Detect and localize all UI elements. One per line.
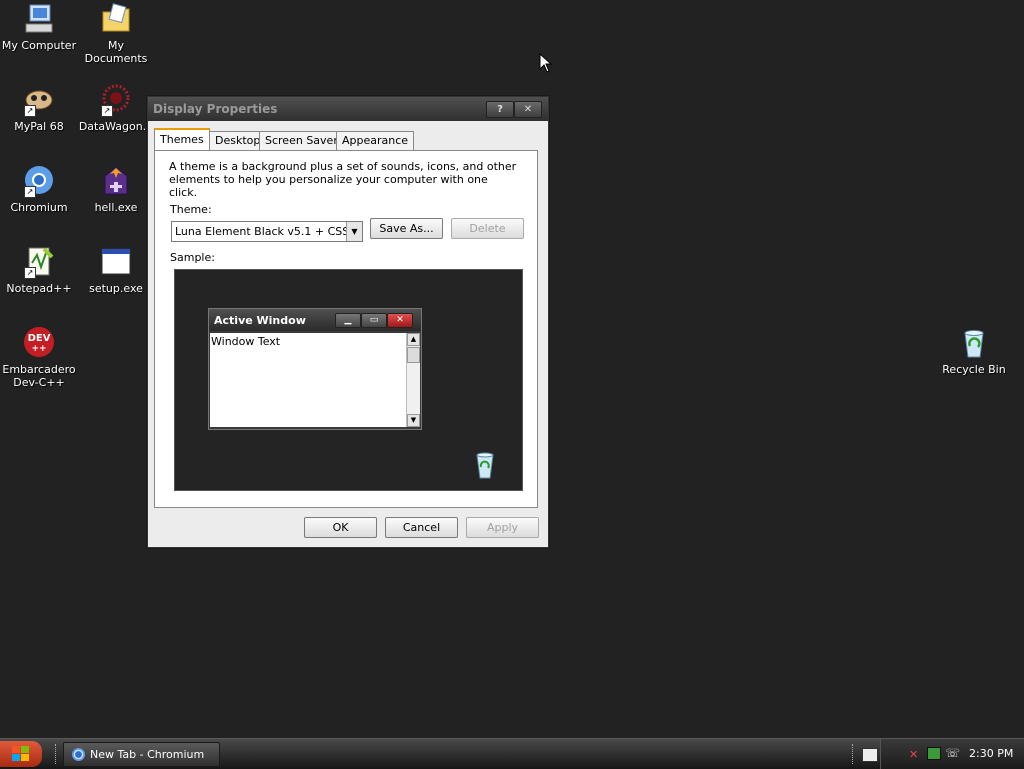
sample-recycle-bin-icon [471, 450, 499, 483]
desktop-icon-datawagon[interactable]: ↗ DataWagon... [77, 83, 155, 133]
desktop-icon-setup-exe[interactable]: setup.exe [77, 245, 155, 295]
datawagon-icon: ↗ [99, 83, 133, 117]
mouse-cursor-icon [539, 52, 553, 76]
desktop-icon-mypal[interactable]: ↗ MyPal 68 [0, 83, 78, 133]
desktop-icon-devcpp[interactable]: DEV ++ Embarcadero Dev-C++ [0, 326, 78, 389]
desktop-icon-chromium[interactable]: ↗ Chromium [0, 164, 78, 214]
sample-window-text: Window Text [211, 335, 281, 348]
tab-desktop[interactable]: Desktop [209, 131, 267, 150]
svg-text:DEV: DEV [28, 333, 51, 344]
taskbar-button-label: New Tab - Chromium [90, 748, 205, 761]
theme-select-value: Luna Element Black v5.1 + CSS [175, 225, 350, 238]
window-title: Display Properties [153, 102, 278, 116]
delete-button[interactable]: Delete [451, 218, 524, 239]
keyboard-icon[interactable] [862, 748, 878, 762]
window-titlebar[interactable]: Display Properties ? ✕ [148, 97, 548, 121]
desktop-icon-label: Notepad++ [6, 282, 72, 295]
chromium-icon: ↗ [22, 164, 56, 198]
start-button[interactable] [0, 741, 42, 767]
sample-active-window: Active Window ▁ ▭ ✕ Window Text ▲ ▼ [208, 308, 422, 430]
desktop-icon-label: MyPal 68 [14, 120, 64, 133]
maximize-icon: ▭ [361, 313, 387, 328]
sample-window-title: Active Window [214, 314, 306, 327]
close-button[interactable]: ✕ [514, 101, 542, 118]
desktop-icon-my-documents[interactable]: My Documents [77, 2, 155, 65]
sample-titlebar: Active Window ▁ ▭ ✕ [209, 309, 421, 331]
desktop-icon-label: My Computer [1, 39, 77, 52]
notepad-plus-plus-icon: ↗ [22, 245, 56, 279]
my-documents-icon [99, 2, 133, 36]
speaker-muted-icon[interactable]: ✕ [909, 748, 918, 761]
desktop-icon-label: Recycle Bin [942, 363, 1006, 376]
tab-themes[interactable]: Themes [154, 128, 210, 152]
sample-scrollbar: ▲ ▼ [406, 333, 420, 427]
minimize-icon: ▁ [335, 313, 361, 328]
my-computer-icon [22, 2, 56, 36]
close-icon: ✕ [523, 104, 533, 115]
tab-appearance[interactable]: Appearance [336, 131, 415, 150]
shortcut-arrow-icon: ↗ [24, 186, 36, 198]
desktop-icon-notepad-plus-plus[interactable]: ↗ Notepad++ [0, 245, 78, 295]
ok-button[interactable]: OK [304, 517, 377, 538]
help-button[interactable]: ? [486, 101, 514, 118]
svg-text:++: ++ [31, 344, 46, 354]
theme-label: Theme: [170, 203, 212, 216]
mypal-icon: ↗ [22, 83, 56, 117]
scroll-up-icon: ▲ [407, 333, 420, 346]
display-properties-window: Display Properties ? ✕ Themes Desktop Sc… [147, 96, 549, 548]
desktop-icon-label: DataWagon... [78, 120, 154, 133]
taskbar: New Tab - Chromium ✕ ☏ 2:30 PM [0, 738, 1024, 769]
sample-window-body: Window Text [210, 333, 407, 427]
theme-description: A theme is a background plus a set of so… [169, 160, 517, 199]
scroll-thumb [407, 347, 420, 363]
shortcut-arrow-icon: ↗ [101, 105, 113, 117]
scroll-down-icon: ▼ [407, 414, 420, 427]
windows-logo-icon [12, 746, 30, 765]
toolbar-grip[interactable] [852, 744, 856, 764]
taskbar-button-chromium[interactable]: New Tab - Chromium [63, 742, 220, 767]
desktop-icon-label: Chromium [10, 201, 68, 214]
setup-exe-icon [99, 245, 133, 279]
theme-select[interactable]: Luna Element Black v5.1 + CSS ▼ [171, 221, 363, 242]
chromium-icon [72, 748, 85, 761]
desktop-icon-label: hell.exe [94, 201, 138, 214]
quick-launch-grip[interactable] [55, 744, 59, 764]
sample-label: Sample: [170, 251, 215, 264]
connection-icon[interactable]: ☏ [945, 746, 960, 760]
devcpp-icon: DEV ++ [22, 326, 56, 360]
desktop-icon-label: Embarcadero Dev-C++ [2, 363, 76, 389]
network-icon[interactable] [927, 747, 941, 760]
hell-exe-icon [99, 164, 133, 198]
shortcut-arrow-icon: ↗ [24, 267, 36, 279]
desktop-icon-label: setup.exe [89, 282, 143, 295]
dropdown-arrow-icon[interactable]: ▼ [346, 222, 362, 241]
apply-button[interactable]: Apply [466, 517, 539, 538]
tab-screen-saver[interactable]: Screen Saver [259, 131, 344, 150]
cancel-button[interactable]: Cancel [385, 517, 458, 538]
system-tray: ✕ ☏ 2:30 PM [880, 739, 1024, 769]
themes-panel: A theme is a background plus a set of so… [154, 150, 538, 508]
recycle-bin-icon [957, 326, 991, 360]
save-as-button[interactable]: Save As... [370, 218, 443, 239]
desktop: My Computer My Documents ↗ MyPal 68 ↗ Da… [0, 0, 1024, 738]
close-icon: ✕ [387, 313, 413, 328]
desktop-icon-my-computer[interactable]: My Computer [0, 2, 78, 52]
desktop-icon-recycle-bin[interactable]: Recycle Bin [935, 326, 1013, 376]
help-icon: ? [497, 104, 503, 115]
shortcut-arrow-icon: ↗ [24, 105, 36, 117]
window-client-area: Themes Desktop Screen Saver Appearance A… [148, 121, 548, 547]
desktop-icon-hell-exe[interactable]: hell.exe [77, 164, 155, 214]
desktop-icon-label: My Documents [84, 39, 148, 65]
taskbar-clock[interactable]: 2:30 PM [969, 747, 1013, 760]
theme-sample-preview: Active Window ▁ ▭ ✕ Window Text ▲ ▼ [174, 269, 523, 491]
